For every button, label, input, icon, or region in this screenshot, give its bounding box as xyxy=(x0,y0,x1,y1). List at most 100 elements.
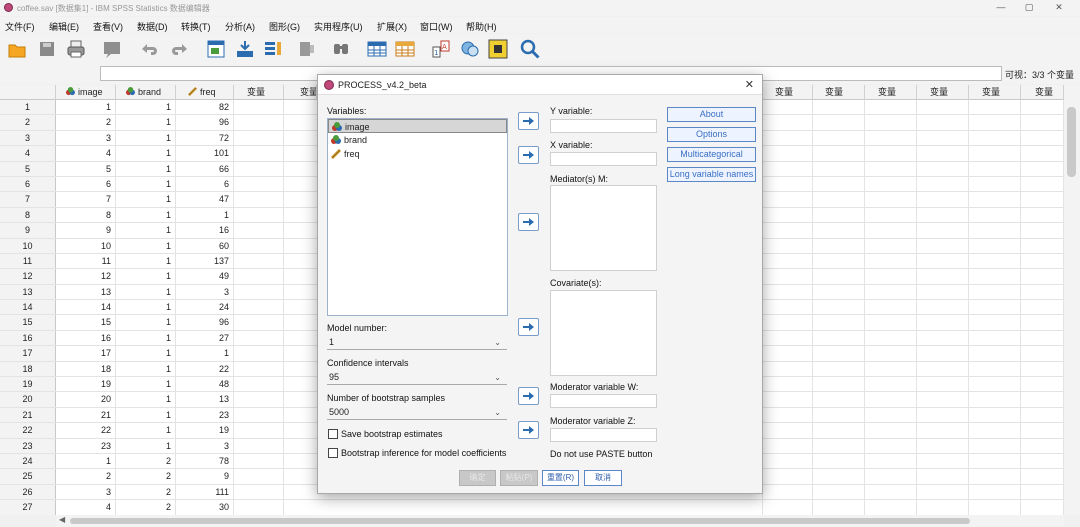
empty-cell[interactable] xyxy=(917,377,969,392)
cell-image[interactable]: 13 xyxy=(56,284,116,300)
cell-freq[interactable]: 30 xyxy=(176,500,234,515)
empty-cell[interactable] xyxy=(1021,330,1064,346)
cell-image[interactable]: 12 xyxy=(56,269,116,284)
empty-cell[interactable] xyxy=(865,100,917,115)
variables-icon[interactable] xyxy=(263,39,283,59)
cell-freq[interactable]: 19 xyxy=(176,423,234,438)
empty-cell[interactable] xyxy=(1021,146,1064,161)
empty-cell[interactable] xyxy=(1021,192,1064,207)
menu-window[interactable]: 窗口(W) xyxy=(420,20,453,33)
empty-cell[interactable] xyxy=(234,469,284,484)
empty-cell[interactable] xyxy=(1021,253,1064,269)
cell-freq[interactable]: 96 xyxy=(176,115,234,130)
empty-cell[interactable] xyxy=(865,361,917,377)
move-to-moderator-z-button[interactable] xyxy=(518,421,539,439)
cell-freq[interactable]: 60 xyxy=(176,238,234,253)
empty-cell[interactable] xyxy=(813,392,865,407)
row-number[interactable]: 15 xyxy=(0,315,56,330)
multicategorical-button[interactable]: Multicategorical xyxy=(667,147,756,162)
empty-cell[interactable] xyxy=(763,146,813,161)
empty-cell[interactable] xyxy=(234,284,284,300)
empty-cell[interactable] xyxy=(969,315,1021,330)
cell-freq[interactable]: 78 xyxy=(176,453,234,469)
cell-freq[interactable]: 47 xyxy=(176,192,234,207)
cell-image[interactable]: 15 xyxy=(56,315,116,330)
empty-cell[interactable] xyxy=(969,407,1021,423)
cell-freq[interactable]: 66 xyxy=(176,161,234,176)
move-to-moderator-w-button[interactable] xyxy=(518,387,539,405)
empty-cell[interactable] xyxy=(1021,238,1064,253)
empty-cell[interactable] xyxy=(969,253,1021,269)
cell-freq[interactable]: 49 xyxy=(176,269,234,284)
empty-cell[interactable] xyxy=(234,176,284,192)
variable-item-freq[interactable]: freq xyxy=(328,147,507,161)
empty-cell[interactable] xyxy=(234,361,284,377)
cell-freq[interactable]: 16 xyxy=(176,223,234,238)
empty-cell[interactable] xyxy=(865,392,917,407)
empty-cell[interactable] xyxy=(969,192,1021,207)
empty-cell[interactable] xyxy=(969,284,1021,300)
empty-cell[interactable] xyxy=(865,315,917,330)
row-number[interactable]: 13 xyxy=(0,284,56,300)
menu-utilities[interactable]: 实用程序(U) xyxy=(314,20,363,33)
cell-image[interactable]: 19 xyxy=(56,377,116,392)
empty-cell[interactable] xyxy=(969,361,1021,377)
empty-cell[interactable] xyxy=(763,300,813,315)
goto-variable-icon[interactable] xyxy=(235,39,255,59)
empty-cell[interactable] xyxy=(1021,315,1064,330)
vertical-scrollbar[interactable] xyxy=(1064,85,1080,515)
empty-cell[interactable] xyxy=(917,238,969,253)
empty-cell[interactable] xyxy=(917,438,969,453)
empty-cell[interactable] xyxy=(917,100,969,115)
empty-cell[interactable] xyxy=(763,284,813,300)
row-number[interactable]: 7 xyxy=(0,192,56,207)
cell-brand[interactable]: 1 xyxy=(116,161,176,176)
empty-cell[interactable] xyxy=(917,146,969,161)
run-descriptives-icon[interactable] xyxy=(297,39,317,59)
empty-cell[interactable] xyxy=(763,500,813,515)
empty-cell[interactable] xyxy=(917,161,969,176)
empty-cell[interactable] xyxy=(813,176,865,192)
cell-brand[interactable]: 1 xyxy=(116,300,176,315)
column-header-image[interactable]: image xyxy=(56,85,116,100)
scroll-left-arrow[interactable]: ◀ xyxy=(59,515,65,524)
empty-cell[interactable] xyxy=(234,253,284,269)
empty-cell[interactable] xyxy=(284,500,763,515)
bootstrap-inference-checkbox[interactable] xyxy=(328,448,338,458)
cell-brand[interactable]: 1 xyxy=(116,223,176,238)
y-variable-field[interactable] xyxy=(550,119,657,133)
cell-freq[interactable]: 24 xyxy=(176,300,234,315)
empty-cell[interactable] xyxy=(234,330,284,346)
empty-cell[interactable] xyxy=(1021,300,1064,315)
empty-cell[interactable] xyxy=(969,377,1021,392)
empty-cell[interactable] xyxy=(1021,453,1064,469)
cell-image[interactable]: 7 xyxy=(56,192,116,207)
variable-item-brand[interactable]: brand xyxy=(328,133,507,147)
empty-cell[interactable] xyxy=(969,207,1021,223)
empty-cell[interactable] xyxy=(763,253,813,269)
empty-cell[interactable] xyxy=(1021,438,1064,453)
cell-image[interactable]: 2 xyxy=(56,115,116,130)
cell-image[interactable]: 16 xyxy=(56,330,116,346)
empty-cell[interactable] xyxy=(917,300,969,315)
empty-cell[interactable] xyxy=(917,253,969,269)
empty-cell[interactable] xyxy=(865,115,917,130)
row-number[interactable]: 27 xyxy=(0,500,56,515)
empty-cell[interactable] xyxy=(813,223,865,238)
empty-cell[interactable] xyxy=(234,269,284,284)
bootstrap-samples-select[interactable]: 5000 ⌄ xyxy=(327,405,507,420)
empty-cell[interactable] xyxy=(763,453,813,469)
split-file-icon[interactable]: 1A xyxy=(431,39,451,59)
empty-cell[interactable] xyxy=(1021,377,1064,392)
insert-cases-icon[interactable] xyxy=(367,39,387,59)
row-number[interactable]: 6 xyxy=(0,176,56,192)
save-icon[interactable] xyxy=(37,39,57,59)
row-number[interactable]: 23 xyxy=(0,438,56,453)
empty-cell[interactable] xyxy=(234,192,284,207)
row-number[interactable]: 4 xyxy=(0,146,56,161)
empty-cell[interactable] xyxy=(917,330,969,346)
cell-freq[interactable]: 82 xyxy=(176,100,234,115)
empty-cell[interactable] xyxy=(865,253,917,269)
empty-cell[interactable] xyxy=(865,330,917,346)
menu-graphs[interactable]: 图形(G) xyxy=(269,20,300,33)
